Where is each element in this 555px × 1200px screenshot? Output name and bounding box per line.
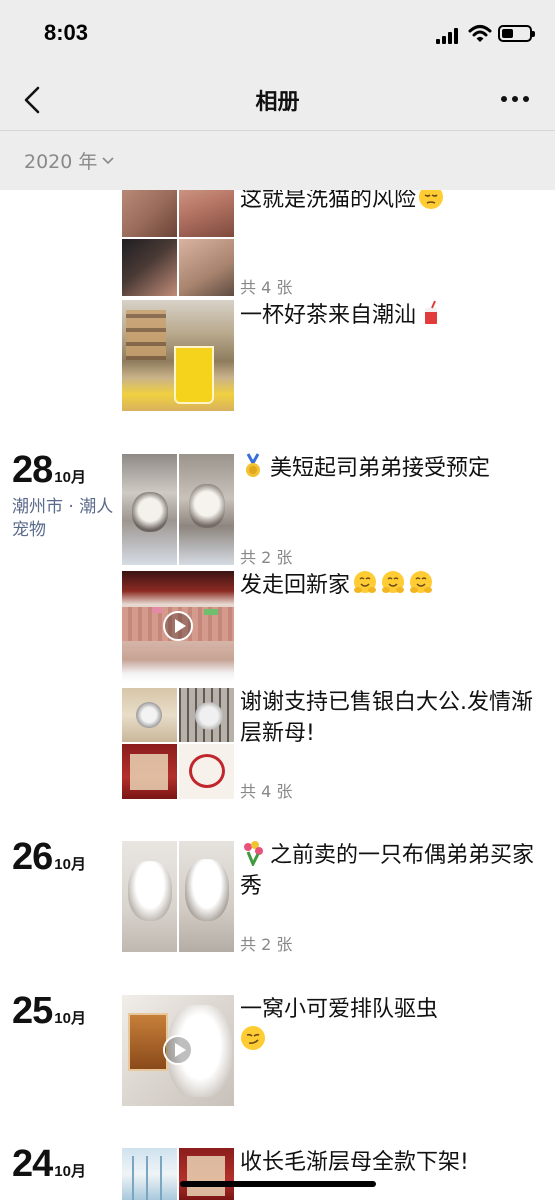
cellular-signal-icon	[436, 28, 462, 44]
post-thumbnails[interactable]	[122, 995, 234, 1106]
post-caption[interactable]: 谢谢支持已售银白大公.发情渐层新母!	[240, 687, 540, 749]
navigation-bar: 相册	[0, 68, 555, 130]
chevron-down-icon	[102, 156, 114, 164]
bouquet-emoji	[244, 841, 263, 866]
header-divider	[0, 130, 555, 131]
post-thumbnails[interactable]	[122, 454, 234, 565]
year-filter-dropdown[interactable]: 2020 年	[24, 147, 115, 174]
photo-thumbnail[interactable]	[179, 841, 234, 952]
photo-count: 共 4 张	[240, 782, 293, 801]
day-number: 26	[12, 836, 53, 878]
month-label: 10月	[54, 856, 86, 873]
page-title: 相册	[255, 90, 300, 115]
post-caption[interactable]: 之前卖的一只布偶弟弟买家秀	[240, 840, 540, 902]
hugging-face-emoji	[354, 571, 377, 593]
post-caption[interactable]: 一窝小可爱排队驱虫	[240, 994, 540, 1056]
play-icon[interactable]	[163, 1035, 193, 1065]
photo-count: 共 4 张	[240, 278, 293, 297]
date-header: 26 10月	[12, 836, 86, 879]
day-number: 28	[12, 449, 53, 491]
day-number: 24	[12, 1143, 53, 1185]
photo-count: 共 2 张	[240, 935, 293, 954]
date-header: 28 10月	[12, 449, 86, 492]
status-time: 8:03	[44, 20, 89, 45]
photo-count: 共 2 张	[240, 548, 293, 567]
photo-thumbnail[interactable]	[179, 239, 234, 296]
day-number: 25	[12, 990, 53, 1032]
photo-thumbnail[interactable]	[122, 744, 177, 799]
year-label: 2020 年	[24, 151, 98, 173]
location-label[interactable]: 潮州市 · 潮人宠物	[12, 496, 116, 542]
photo-thumbnail[interactable]	[122, 454, 177, 565]
post-caption[interactable]: 美短起司弟弟接受预定	[240, 453, 540, 484]
post-caption[interactable]: 收长毛渐层母全款下架!	[240, 1147, 540, 1178]
post-thumbnails[interactable]	[122, 1148, 234, 1200]
hugging-face-emoji	[410, 571, 433, 593]
photo-thumbnail[interactable]	[122, 239, 177, 296]
month-label: 10月	[54, 1010, 86, 1027]
month-label: 10月	[54, 1163, 86, 1180]
video-thumbnail[interactable]	[122, 995, 234, 1106]
wifi-icon	[468, 25, 492, 42]
video-thumbnail[interactable]	[122, 571, 234, 682]
smirking-face-emoji	[241, 1026, 265, 1050]
post-caption[interactable]: 发走回新家	[240, 570, 540, 601]
post-thumbnails[interactable]	[122, 688, 234, 799]
month-label: 10月	[54, 469, 86, 486]
hugging-face-emoji	[382, 571, 405, 593]
home-indicator[interactable]	[180, 1181, 376, 1187]
play-icon[interactable]	[163, 611, 193, 641]
medal-emoji	[246, 453, 260, 477]
photo-thumbnail[interactable]	[179, 1148, 234, 1200]
date-header: 25 10月	[12, 990, 86, 1033]
top-header: 8:03 相册 2020 年	[0, 0, 555, 190]
post-caption[interactable]: 一杯好茶来自潮汕	[240, 300, 540, 331]
status-bar: 8:03	[0, 0, 555, 68]
photo-thumbnail[interactable]	[122, 841, 177, 952]
photo-thumbnail[interactable]	[179, 744, 234, 799]
post-thumbnails[interactable]	[122, 841, 234, 952]
post-thumbnails[interactable]	[122, 571, 234, 682]
date-header: 24 10月	[12, 1143, 86, 1186]
battery-icon	[498, 25, 535, 42]
photo-thumbnail[interactable]	[122, 688, 177, 742]
more-button[interactable]	[501, 86, 531, 112]
cup-with-straw-emoji	[425, 300, 438, 324]
photo-thumbnail[interactable]	[179, 688, 234, 742]
post-thumbnails[interactable]	[122, 300, 234, 411]
photo-thumbnail[interactable]	[179, 454, 234, 565]
photo-thumbnail[interactable]	[122, 1148, 177, 1200]
photo-thumbnail[interactable]	[122, 300, 234, 411]
more-dots-icon	[501, 96, 507, 102]
